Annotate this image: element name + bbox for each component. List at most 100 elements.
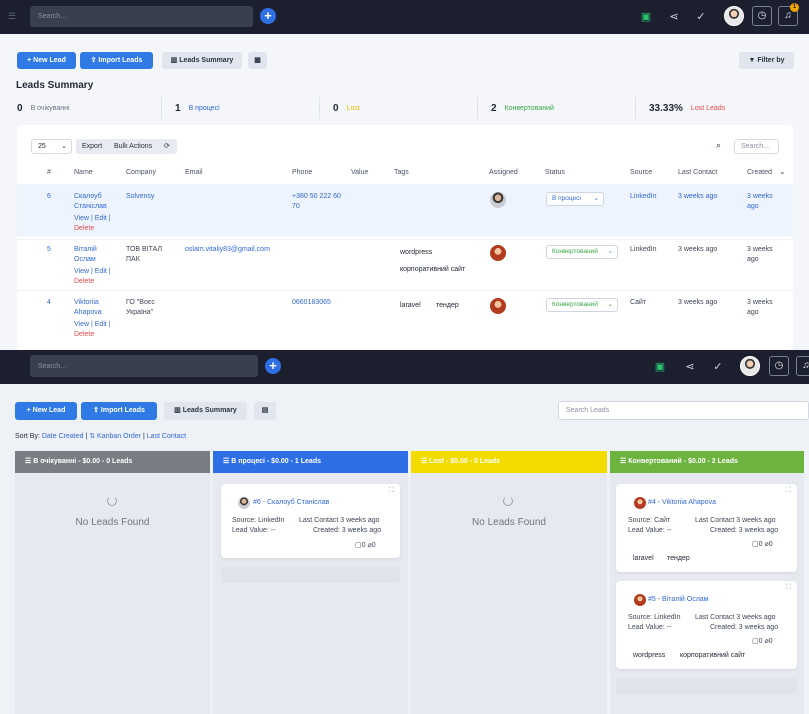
column-header[interactable]: Company — [126, 169, 156, 176]
tag[interactable]: тендер — [667, 555, 690, 562]
expand-icon[interactable]: ⛶ — [389, 486, 394, 496]
tag[interactable]: корпоративний сайт — [400, 266, 465, 273]
filter-button[interactable]: ▼ Filter by — [739, 52, 794, 69]
kanban-column-header[interactable]: ☰ Конвертований - $0.00 - 2 Leads — [610, 451, 804, 473]
column-header[interactable]: Tags — [394, 169, 409, 176]
lead-name-link[interactable]: Віталій Ослам — [74, 245, 119, 265]
leads-summary-button[interactable]: ▥ Leads Summary — [162, 52, 242, 69]
timer-icon[interactable]: ◷ — [769, 356, 789, 376]
import-leads-button[interactable]: ⇪ Import Leads — [80, 52, 153, 69]
quick-create-button[interactable]: + — [260, 8, 276, 24]
status-dropdown[interactable]: В процесі ⌄ — [546, 192, 604, 206]
company-link[interactable]: Solvensy — [126, 192, 154, 202]
export-button[interactable]: Export — [82, 139, 102, 154]
tag[interactable]: wordpress — [633, 652, 665, 659]
new-lead-button[interactable]: + New Lead — [17, 52, 76, 69]
delete-link[interactable]: Delete — [74, 277, 94, 287]
lead-name-link[interactable]: Viktoriia Ahapova — [74, 298, 119, 318]
column-header[interactable]: Name — [74, 169, 93, 176]
kanban-column — [411, 473, 607, 714]
phone-link[interactable]: 0660183065 — [292, 298, 331, 308]
filter-label: Filter by — [757, 57, 785, 64]
chevron-down-icon: ⌄ — [593, 195, 599, 202]
notifications-icon[interactable]: ♫ — [796, 356, 809, 376]
row-actions[interactable]: View | Edit | — [74, 267, 111, 277]
sort-icon[interactable]: ⌄ — [779, 167, 786, 176]
note-icon: ▢ — [355, 542, 362, 549]
kanban-column-header[interactable]: ☰ Lost - $0.00 - 0 Leads — [411, 451, 607, 473]
lead-card-title[interactable]: #4 - Viktoriia Ahapova — [648, 498, 716, 508]
tag[interactable]: wordpress — [400, 249, 432, 256]
delete-link[interactable]: Delete — [74, 224, 94, 234]
check-icon[interactable]: ✓ — [693, 9, 709, 25]
lead-last-contact: Last Contact 3 weeks ago — [299, 517, 380, 524]
expand-icon[interactable]: ⛶ — [786, 583, 791, 593]
quick-create-button[interactable]: + — [265, 358, 281, 374]
user-avatar[interactable] — [740, 356, 760, 376]
menu-icon[interactable]: ☰ — [8, 11, 18, 21]
lead-source: Source: LinkedIn — [232, 517, 285, 524]
summary-count: 1 — [175, 102, 181, 114]
note-icon: ▢ — [752, 638, 759, 645]
delete-link[interactable]: Delete — [74, 330, 94, 340]
sort-date-created[interactable]: Date Created — [42, 433, 84, 440]
column-header[interactable]: Created — [747, 169, 772, 176]
timer-icon[interactable]: ◷ — [752, 6, 772, 26]
refresh-icon[interactable]: ⟳ — [164, 139, 170, 154]
lead-source: Source: Сайт — [628, 517, 671, 524]
kanban-search-input[interactable]: Search Leads — [558, 401, 809, 420]
kanban-column-header[interactable]: ☰ В очікуванні - $0.00 - 0 Leads — [15, 451, 210, 473]
column-header[interactable]: Assigned — [489, 169, 518, 176]
kanban-toggle-button[interactable]: ▦ — [248, 52, 267, 69]
lead-card-title[interactable]: #6 - Скалоуб Станіслав — [253, 498, 329, 508]
assigned-avatar[interactable] — [490, 298, 506, 314]
share-icon[interactable]: ⋖ — [666, 9, 682, 25]
email-link[interactable]: oslam.vitaliy83@gmail.com — [185, 245, 270, 255]
column-header[interactable]: Source — [630, 169, 652, 176]
row-actions[interactable]: View | Edit | — [74, 320, 111, 330]
user-avatar[interactable] — [724, 6, 744, 26]
leads-summary-button[interactable]: ▥ Leads Summary — [164, 402, 247, 420]
attachments-count-value: 0 — [768, 541, 773, 548]
sort-last-contact[interactable]: Last Contact — [147, 433, 186, 440]
summary-label: В очікуванні — [30, 104, 70, 112]
share-icon[interactable]: ⋖ — [682, 359, 698, 375]
tag[interactable]: корпоративний сайт — [680, 652, 745, 659]
lead-source: Source: LinkedIn — [628, 614, 681, 621]
search-input[interactable]: Search... — [30, 6, 253, 27]
row-actions[interactable]: View | Edit | — [74, 214, 111, 224]
source-value: LinkedIn — [630, 193, 657, 200]
assigned-avatar[interactable] — [490, 245, 506, 261]
column-header[interactable]: Status — [545, 169, 565, 176]
column-header[interactable]: Last Contact — [678, 169, 717, 176]
chat-icon[interactable]: ▣ — [652, 359, 668, 375]
column-header[interactable]: Value — [351, 169, 368, 176]
assigned-avatar[interactable] — [490, 192, 506, 208]
status-dropdown[interactable]: Конвертований ⌄ — [546, 298, 618, 312]
list-toggle-button[interactable]: ▤ — [254, 402, 276, 420]
phone-link[interactable]: +380 50 222 60 70 — [292, 192, 342, 212]
bulk-actions-button[interactable]: Bulk Actions — [114, 139, 152, 154]
column-header[interactable]: Email — [185, 169, 203, 176]
tag[interactable]: laravel — [633, 555, 654, 562]
column-header[interactable]: Phone — [292, 169, 312, 176]
new-lead-button[interactable]: + New Lead — [15, 402, 77, 420]
page-size-select[interactable]: 25 ⌄ — [31, 139, 72, 154]
kanban-column — [15, 473, 210, 714]
lead-name-link[interactable]: Скалоуб Станіслав — [74, 192, 119, 212]
table-search-input[interactable]: Search... — [734, 139, 779, 154]
chat-icon[interactable]: ▣ — [638, 9, 654, 25]
tag[interactable]: laravel — [400, 302, 421, 309]
expand-icon[interactable]: ⛶ — [786, 486, 791, 496]
sort-kanban-order[interactable]: ⇅ Kanban Order — [89, 433, 141, 440]
kanban-column-header[interactable]: ☰ В процесі - $0.00 - 1 Leads — [213, 451, 408, 473]
lead-card-title[interactable]: #5 - Віталій Ослам — [648, 595, 708, 605]
column-title: Lost - $0.00 - 0 Leads — [429, 458, 501, 465]
check-icon[interactable]: ✓ — [710, 359, 726, 375]
import-leads-button[interactable]: ⇪ Import Leads — [81, 402, 157, 420]
status-dropdown[interactable]: Конвертований ⌄ — [546, 245, 618, 259]
search-input[interactable]: Search... — [30, 355, 258, 377]
tag[interactable]: тендер — [436, 302, 459, 309]
column-header[interactable]: # — [47, 169, 51, 176]
notes-count: ▢0 ⌀0 — [355, 541, 376, 551]
